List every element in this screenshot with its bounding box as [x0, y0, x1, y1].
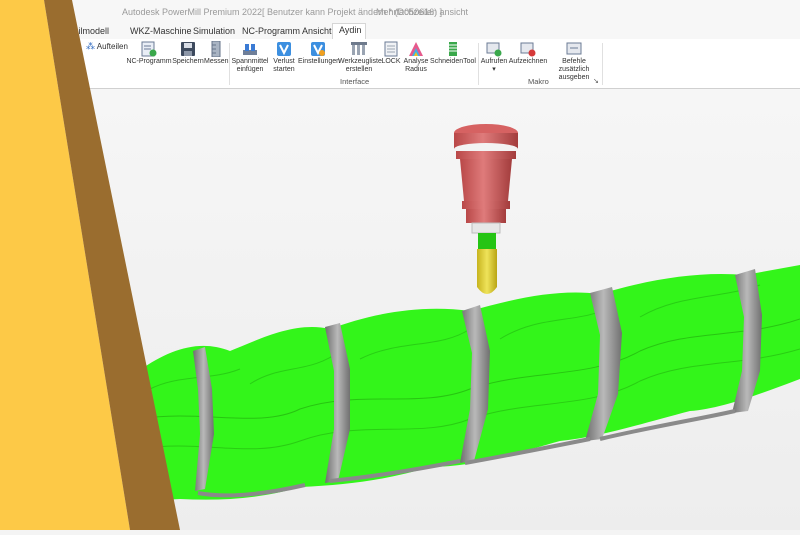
decorative-stripe [0, 0, 180, 530]
